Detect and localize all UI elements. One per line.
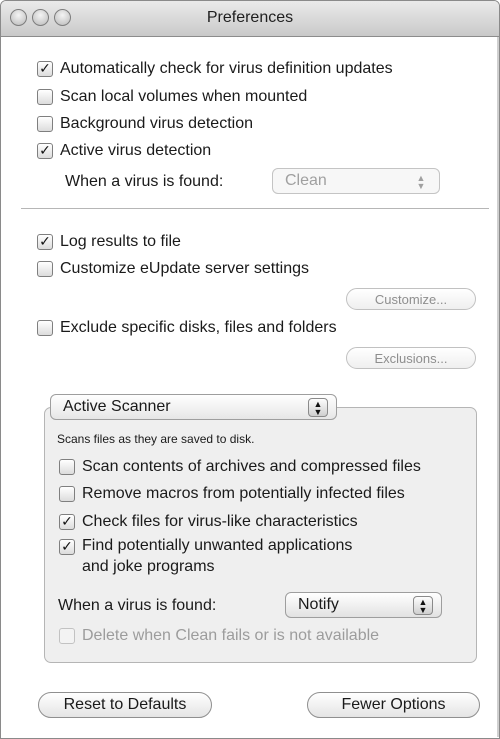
background-detection-label: Background virus detection: [60, 115, 253, 132]
macros-checkbox[interactable]: [59, 486, 75, 502]
scanner-when-found-label: When a virus is found:: [58, 597, 217, 614]
background-detection-checkbox[interactable]: [37, 116, 53, 132]
virus-like-label: Check files for virus-like characteristi…: [82, 513, 358, 530]
scan-volumes-label: Scan local volumes when mounted: [60, 88, 308, 105]
macros-label: Remove macros from potentially infected …: [82, 485, 405, 502]
customize-eupdate-checkbox[interactable]: [37, 261, 53, 277]
archives-label: Scan contents of archives and compressed…: [82, 458, 421, 475]
checkmark-icon: ✓: [39, 60, 51, 76]
reset-to-defaults-button[interactable]: Reset to Defaults: [38, 692, 212, 718]
general-when-found-label: When a virus is found:: [65, 173, 224, 190]
unwanted-apps-label-line1: Find potentially unwanted applications: [82, 537, 353, 554]
checkmark-icon: ✓: [61, 538, 73, 554]
delete-when-fail-checkbox[interactable]: [59, 628, 75, 644]
preferences-window: Preferences ✓ Automatically check for vi…: [0, 0, 500, 739]
archives-checkbox[interactable]: [59, 459, 75, 475]
unwanted-apps-checkbox[interactable]: ✓: [59, 539, 75, 555]
window-title: Preferences: [206, 9, 294, 26]
general-action-popup[interactable]: Clean ▲ ▼: [272, 168, 440, 194]
active-detection-label: Active virus detection: [60, 142, 212, 159]
unwanted-apps-label: Find potentially unwanted applications a…: [82, 535, 352, 577]
popup-arrows-icon: ▲ ▼: [416, 172, 426, 191]
virus-like-checkbox-row[interactable]: ✓ Check files for virus-like characteris…: [59, 510, 358, 534]
general-action-value: Clean: [285, 172, 327, 189]
unwanted-apps-checkbox-row[interactable]: ✓ Find potentially unwanted applications…: [59, 535, 352, 583]
virus-like-checkbox[interactable]: ✓: [59, 514, 75, 530]
scan-volumes-checkbox-row[interactable]: Scan local volumes when mounted: [37, 85, 307, 109]
delete-when-fail-checkbox-row[interactable]: Delete when Clean fails or is not availa…: [59, 624, 379, 648]
macros-checkbox-row[interactable]: Remove macros from potentially infected …: [59, 482, 405, 506]
popup-arrows-icon: ▲ ▼: [308, 398, 328, 417]
active-detection-checkbox-row[interactable]: ✓ Active virus detection: [37, 139, 211, 163]
log-results-label: Log results to file: [60, 233, 181, 250]
popup-arrows-icon: ▲ ▼: [413, 596, 433, 615]
active-detection-checkbox[interactable]: ✓: [37, 143, 53, 159]
checkmark-icon: ✓: [61, 513, 73, 529]
customize-button[interactable]: Customize...: [346, 288, 476, 310]
window-edge: [497, 37, 499, 737]
customize-eupdate-checkbox-row[interactable]: Customize eUpdate server settings: [37, 257, 309, 281]
auto-update-checkbox[interactable]: ✓: [37, 61, 53, 77]
checkmark-icon: ✓: [39, 142, 51, 158]
background-detection-checkbox-row[interactable]: Background virus detection: [37, 112, 253, 136]
exclude-label: Exclude specific disks, files and folder…: [60, 319, 337, 336]
scan-volumes-checkbox[interactable]: [37, 89, 53, 105]
exclude-checkbox[interactable]: [37, 320, 53, 336]
log-results-checkbox-row[interactable]: ✓ Log results to file: [37, 230, 181, 254]
scanner-type-value: Active Scanner: [63, 398, 171, 415]
customize-eupdate-label: Customize eUpdate server settings: [60, 260, 309, 277]
archives-checkbox-row[interactable]: Scan contents of archives and compressed…: [59, 455, 421, 479]
exclusions-button[interactable]: Exclusions...: [346, 347, 476, 369]
auto-update-checkbox-row[interactable]: ✓ Automatically check for virus definiti…: [37, 57, 393, 81]
auto-update-label: Automatically check for virus definition…: [60, 60, 393, 77]
scanner-caption: Scans files as they are saved to disk.: [57, 432, 255, 446]
scanner-action-value: Notify: [298, 596, 339, 613]
fewer-options-button[interactable]: Fewer Options: [307, 692, 480, 718]
unwanted-apps-label-line2: and joke programs: [82, 558, 215, 575]
checkmark-icon: ✓: [39, 233, 51, 249]
delete-when-fail-label: Delete when Clean fails or is not availa…: [82, 627, 380, 644]
log-results-checkbox[interactable]: ✓: [37, 234, 53, 250]
title-bar: Preferences: [1, 1, 499, 37]
scanner-type-popup[interactable]: Active Scanner ▲ ▼: [50, 394, 337, 420]
scanner-action-popup[interactable]: Notify ▲ ▼: [285, 592, 442, 618]
section-divider: [21, 208, 489, 209]
exclude-checkbox-row[interactable]: Exclude specific disks, files and folder…: [37, 316, 337, 340]
